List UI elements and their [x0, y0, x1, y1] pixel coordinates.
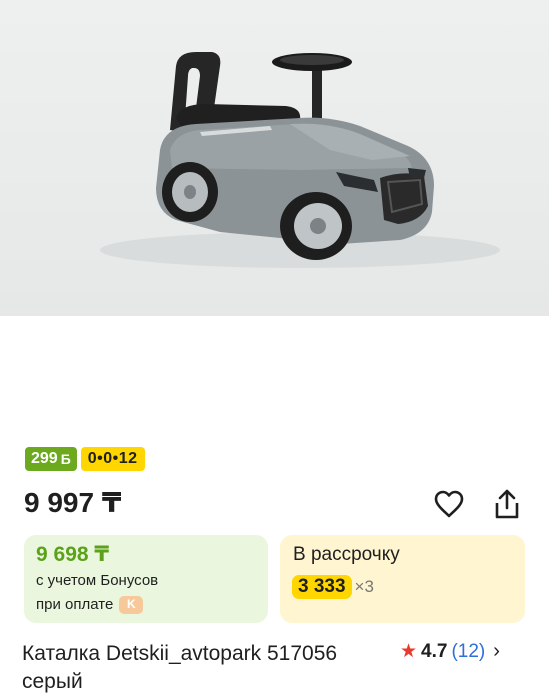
favorite-button[interactable]: [433, 488, 465, 520]
bonus-badge-value: 299: [31, 450, 58, 467]
installment-badge: 0•0•12: [80, 447, 145, 471]
product-page: 299 Б 0•0•12 9 997 ₸ 9 698 ₸ с учетом Бо…: [0, 0, 549, 700]
rating-link[interactable]: ★ 4.7 (12) ›: [400, 640, 500, 663]
installment-card[interactable]: В рассрочку 3 333 ×3: [280, 535, 525, 623]
product-image[interactable]: [0, 0, 549, 316]
installment-amount: 3 333: [292, 575, 352, 599]
share-icon: [495, 489, 519, 519]
ride-on-car-illustration: [100, 52, 500, 268]
installment-title: В рассрочку: [293, 544, 400, 565]
bonus-price-card[interactable]: 9 698 ₸ с учетом Бонусов при оплате K: [24, 535, 268, 623]
product-title: Каталка Detskii_avtopark 517056 серый: [22, 642, 338, 693]
product-badges: 299 Б 0•0•12: [25, 447, 145, 471]
installment-row: 3 333 ×3: [292, 575, 513, 599]
heart-icon: [434, 490, 464, 518]
bonus-price: 9 698 ₸: [36, 543, 109, 566]
bonus-line-2-row: при оплате K: [36, 594, 256, 615]
chevron-right-icon: ›: [493, 640, 500, 662]
kaspi-icon: K: [119, 595, 144, 614]
share-button[interactable]: [491, 488, 523, 520]
installment-multiplier: ×3: [354, 577, 374, 596]
review-count: (12): [451, 640, 486, 662]
bonus-currency-icon: Б: [60, 451, 71, 467]
star-icon: ★: [400, 641, 418, 662]
bonus-line-1: с учетом Бонусов: [36, 572, 159, 589]
bonus-badge: 299 Б: [25, 447, 77, 471]
product-price: 9 997 ₸: [24, 487, 122, 518]
bonus-line-2: при оплате: [36, 596, 114, 613]
rating-value: 4.7: [421, 640, 448, 662]
